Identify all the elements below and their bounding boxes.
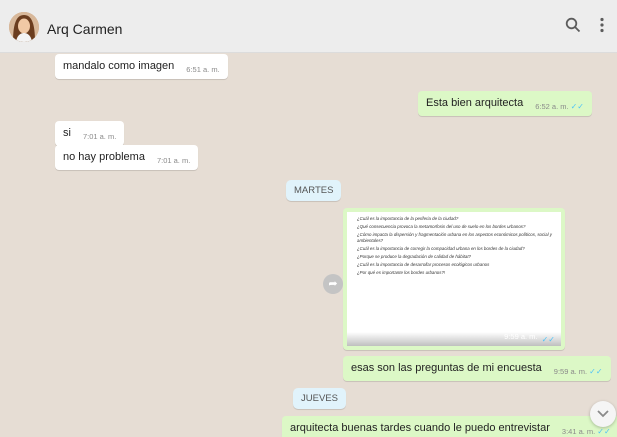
- document-text: ¿Cuál es la importancia de la periferia …: [357, 216, 553, 279]
- chat-header: Arq Carmen: [0, 0, 617, 53]
- read-receipt-icon: ✓✓: [597, 427, 611, 436]
- message-time: 7:01 a. m.: [156, 156, 191, 165]
- question-line: ¿Porque se produce la degradación de cal…: [357, 254, 471, 260]
- message-text: no hay problema: [63, 151, 145, 163]
- message-text: arquitecta buenas tardes cuando le puedo…: [290, 422, 550, 434]
- question-line: ¿Por qué es importante los bordes urbano…: [357, 270, 446, 276]
- message-text: Esta bien arquitecta: [426, 97, 524, 109]
- chevron-down-icon: [597, 410, 609, 418]
- message-time: 6:52 a. m.: [535, 102, 569, 111]
- message-incoming[interactable]: mandalo como imagen 6:51 a. m.: [55, 54, 228, 79]
- message-list[interactable]: mandalo como imagen 6:51 a. m. Esta bien …: [0, 53, 617, 437]
- image-preview[interactable]: ¿Cuál es la importancia de la periferia …: [347, 212, 561, 346]
- message-outgoing[interactable]: esas son las preguntas de mi encuesta 9:5…: [343, 356, 611, 381]
- scroll-down-button[interactable]: [590, 401, 616, 427]
- message-time: 6:51 a. m.: [186, 65, 220, 74]
- message-time: 3:41 a. m.: [561, 427, 596, 436]
- message-time: 9:59 a. m.: [553, 367, 588, 376]
- question-line: ¿Cuál es la importancia de la periferia …: [357, 216, 459, 221]
- question-line: ¿Cuál es la importancia de corregir la c…: [357, 245, 525, 251]
- day-separator: MARTES: [286, 180, 342, 201]
- message-text: esas son las preguntas de mi encuesta: [351, 362, 542, 374]
- message-image[interactable]: ¿Cuál es la importancia de la periferia …: [343, 208, 565, 350]
- message-time: 9:59 a. m. ✓✓: [504, 332, 555, 344]
- message-text: si: [63, 127, 71, 139]
- question-line: ¿Cuál es la importancia de desarrollar p…: [357, 262, 490, 268]
- message-incoming[interactable]: no hay problema 7:01 a. m.: [55, 145, 199, 170]
- question-line: ¿Cómo impacta la dispersión y fragmentac…: [357, 232, 552, 243]
- day-separator: JUEVES: [293, 388, 346, 409]
- message-outgoing[interactable]: Esta bien arquitecta 6:52 a. m. ✓✓: [418, 91, 592, 116]
- message-outgoing[interactable]: arquitecta buenas tardes cuando le puedo…: [282, 416, 617, 437]
- read-receipt-icon: ✓✓: [589, 367, 603, 376]
- question-line: ¿Qué consecuencia provoca la metamorfosi…: [357, 224, 526, 230]
- search-icon[interactable]: [563, 17, 583, 37]
- message-incoming[interactable]: si 7:01 a. m.: [55, 121, 125, 146]
- contact-name[interactable]: Arq Carmen: [47, 21, 122, 37]
- read-receipt-icon: ✓✓: [541, 335, 555, 344]
- read-receipt-icon: ✓✓: [570, 102, 584, 111]
- more-vert-icon[interactable]: [592, 17, 612, 37]
- message-text: mandalo como imagen: [63, 60, 175, 72]
- forward-icon[interactable]: ➦: [323, 274, 343, 294]
- avatar[interactable]: [9, 12, 39, 42]
- message-time: 7:01 a. m.: [82, 132, 117, 141]
